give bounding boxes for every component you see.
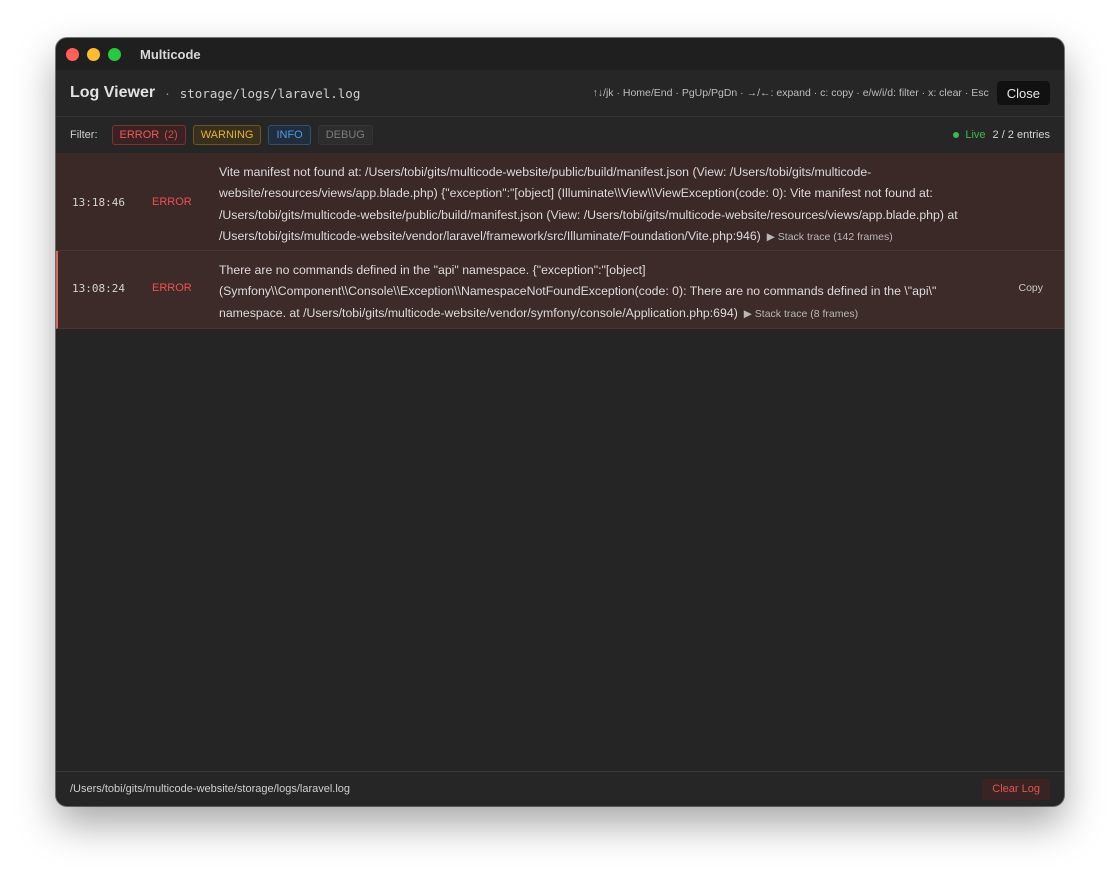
footer-log-path: /Users/tobi/gits/multicode-website/stora… — [70, 783, 351, 795]
maximize-window-icon[interactable] — [108, 47, 121, 61]
log-timestamp: 13:08:24 — [72, 282, 125, 295]
window-controls — [66, 47, 121, 61]
close-button[interactable]: Close — [996, 81, 1050, 105]
filter-error-count: (2) — [164, 129, 178, 141]
live-indicator: Live — [953, 129, 986, 141]
log-level: ERROR — [152, 196, 192, 208]
filter-info-chip[interactable]: INFO — [268, 125, 311, 145]
title-bar: Multicode — [56, 38, 1064, 70]
log-file-path: storage/logs/laravel.log — [179, 85, 361, 101]
filter-bar: Filter: ERROR (2) WARNING INFO DEBUG Liv… — [56, 117, 1064, 154]
title-separator: · — [165, 85, 170, 101]
stack-trace-toggle[interactable]: ▶ Stack trace (8 frames) — [744, 308, 858, 320]
filter-info-label: INFO — [276, 129, 303, 141]
keyboard-shortcuts-hint: ↑↓/jk · Home/End · PgUp/PgDn · →/←: expa… — [592, 87, 989, 99]
stack-trace-toggle[interactable]: ▶ Stack trace (142 frames) — [767, 231, 893, 243]
log-entry-row[interactable]: 13:08:24 ERROR There are no commands def… — [56, 251, 1064, 329]
log-timestamp: 13:18:46 — [72, 196, 125, 209]
app-title: Multicode — [140, 46, 201, 62]
live-status-icon — [953, 132, 960, 138]
minimize-window-icon[interactable] — [87, 47, 100, 61]
filter-error-label: ERROR — [119, 129, 160, 141]
close-window-icon[interactable] — [66, 47, 79, 61]
log-message-container: There are no commands defined in the "ap… — [219, 260, 1006, 325]
log-viewer-header: Log Viewer · storage/logs/laravel.log ↑↓… — [56, 70, 1064, 117]
page-title: Log Viewer — [70, 84, 156, 101]
filter-label: Filter: — [70, 129, 98, 141]
filter-warning-chip[interactable]: WARNING — [192, 125, 262, 145]
entry-count: 2 / 2 entries — [992, 129, 1050, 141]
filter-warning-label: WARNING — [200, 129, 254, 141]
live-label: Live — [965, 129, 986, 141]
filter-debug-chip[interactable]: DEBUG — [317, 125, 373, 145]
log-entry-row[interactable]: 13:18:46 ERROR Vite manifest not found a… — [56, 153, 1064, 251]
copy-entry-button[interactable]: Copy — [1018, 282, 1043, 294]
log-message-container: Vite manifest not found at: /Users/tobi/… — [219, 162, 1006, 248]
clear-log-button[interactable]: Clear Log — [982, 778, 1050, 800]
log-entry-list: 13:18:46 ERROR Vite manifest not found a… — [56, 153, 1064, 329]
log-level: ERROR — [152, 282, 192, 294]
filter-error-chip[interactable]: ERROR (2) — [111, 125, 186, 145]
status-footer: /Users/tobi/gits/multicode-website/stora… — [56, 771, 1064, 806]
app-window: Multicode Log Viewer · storage/logs/lara… — [56, 38, 1064, 806]
filter-debug-label: DEBUG — [325, 129, 365, 141]
